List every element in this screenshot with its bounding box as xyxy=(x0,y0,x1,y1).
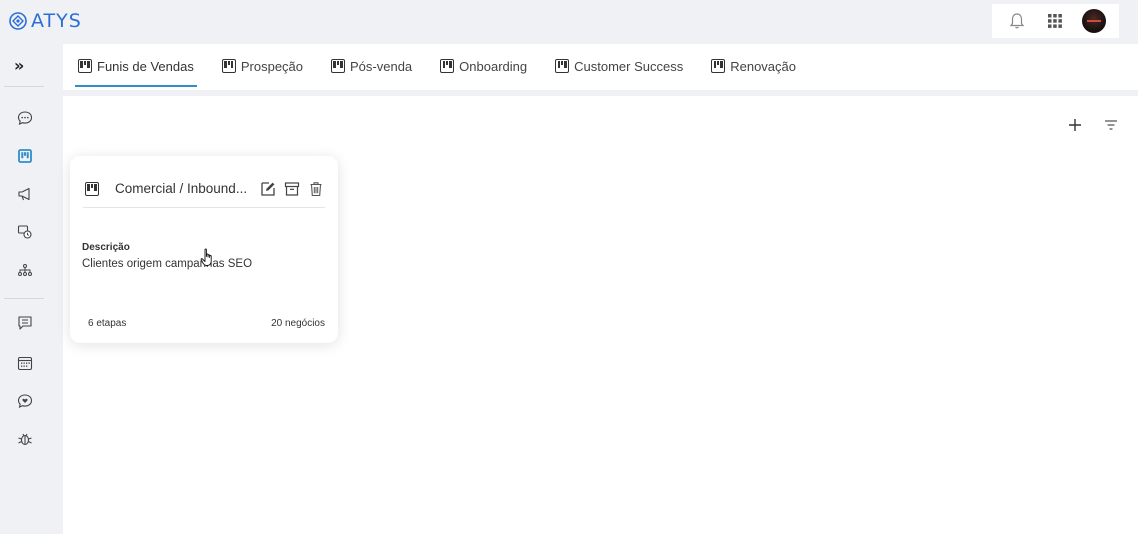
tab-funis-de-vendas[interactable]: Funis de Vendas xyxy=(75,44,197,88)
logo-text: ATYS xyxy=(31,10,82,32)
pipeline-tabs: Funis de Vendas Prospeção Pós-venda Onbo… xyxy=(63,44,1138,90)
chat-icon[interactable] xyxy=(13,106,37,130)
description-label: Descrição xyxy=(82,242,130,253)
support-icon[interactable] xyxy=(13,220,37,244)
content-toolbar xyxy=(1066,116,1120,134)
sidebar-toggle-button[interactable]: » xyxy=(14,56,24,75)
sidebar-divider xyxy=(4,86,44,87)
message-icon[interactable] xyxy=(13,311,37,335)
kanban-icon xyxy=(331,59,346,73)
left-sidebar: » xyxy=(0,44,50,534)
tab-label: Customer Success xyxy=(574,58,684,74)
tab-prospecao[interactable]: Prospeção xyxy=(219,44,306,88)
filter-icon[interactable] xyxy=(1102,116,1120,134)
heart-chat-icon[interactable] xyxy=(13,389,37,413)
top-bar: ATYS xyxy=(0,0,1138,44)
tab-label: Prospeção xyxy=(240,58,304,74)
main-content: Comercial / Inbound... Descrição Cliente… xyxy=(63,96,1138,534)
deals-count: 20 negócios xyxy=(271,318,325,329)
plus-icon[interactable] xyxy=(1066,116,1084,134)
tab-renovacao[interactable]: Renovação xyxy=(708,44,799,88)
logo-icon xyxy=(9,12,27,30)
sidebar-divider xyxy=(4,298,44,299)
tab-label: Renovação xyxy=(730,58,796,74)
trash-icon[interactable] xyxy=(307,180,325,198)
stages-count: 6 etapas xyxy=(88,318,127,329)
app-logo[interactable]: ATYS xyxy=(8,8,82,34)
org-chart-icon[interactable] xyxy=(13,258,37,282)
apps-grid-icon[interactable] xyxy=(1043,9,1067,33)
megaphone-icon[interactable] xyxy=(13,182,37,206)
tab-onboarding[interactable]: Onboarding xyxy=(437,44,530,88)
calendar-icon[interactable] xyxy=(13,351,37,375)
kanban-icon xyxy=(221,59,236,73)
card-actions xyxy=(259,180,325,198)
kanban-icon[interactable] xyxy=(13,144,37,168)
bug-icon[interactable] xyxy=(13,427,37,451)
card-header: Comercial / Inbound... xyxy=(83,174,325,208)
edit-icon[interactable] xyxy=(259,180,277,198)
tab-pos-venda[interactable]: Pós-venda xyxy=(328,44,415,88)
tab-customer-success[interactable]: Customer Success xyxy=(552,44,686,88)
archive-icon[interactable] xyxy=(283,180,301,198)
kanban-icon xyxy=(78,59,92,73)
hand-cursor-icon xyxy=(200,248,216,273)
kanban-icon xyxy=(711,59,726,73)
card-title[interactable]: Comercial / Inbound... xyxy=(115,181,259,196)
kanban-icon xyxy=(555,59,570,73)
tab-label: Funis de Vendas xyxy=(97,58,194,74)
kanban-icon xyxy=(440,59,455,73)
bell-icon[interactable] xyxy=(1005,9,1029,33)
user-avatar[interactable] xyxy=(1081,9,1106,33)
kanban-icon xyxy=(85,181,99,196)
tab-label: Pós-venda xyxy=(350,58,413,74)
description-text: Clientes origem campanhas SEO xyxy=(82,258,253,270)
tab-label: Onboarding xyxy=(459,58,528,74)
top-actions xyxy=(992,4,1119,38)
